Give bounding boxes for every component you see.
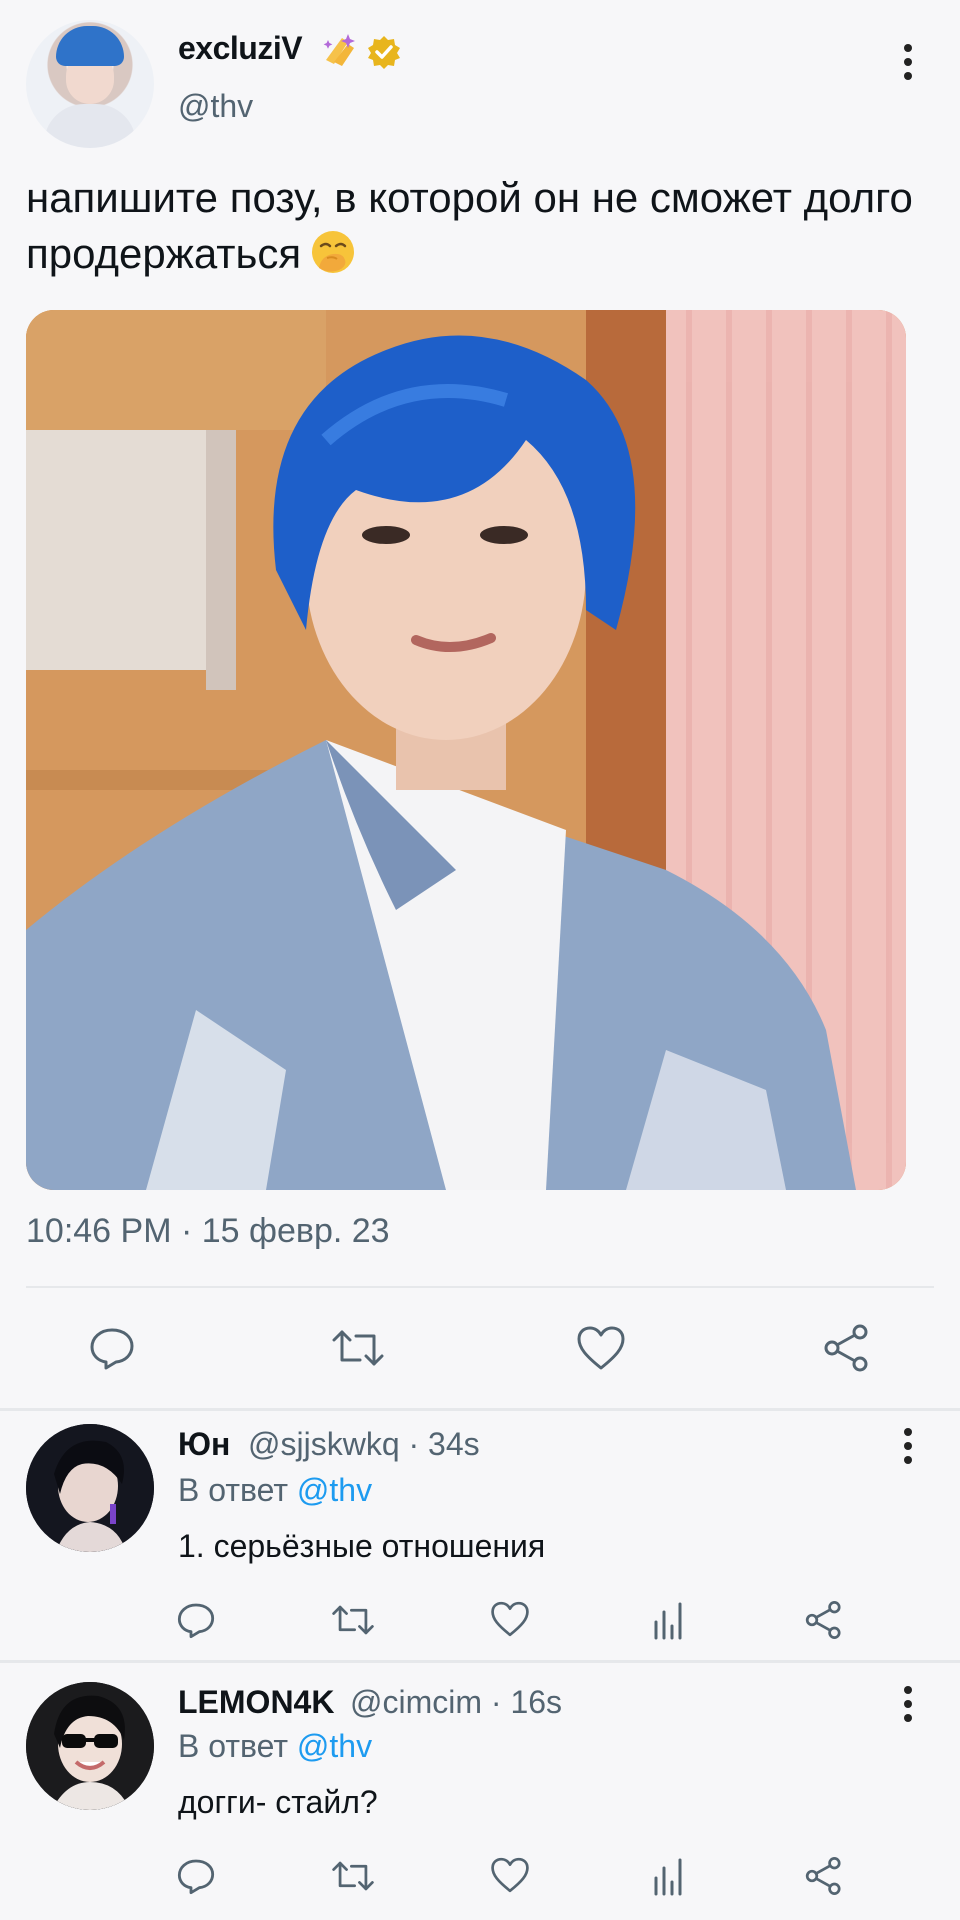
reply-text: догги- стайл? [178, 1784, 378, 1820]
reply-to-line: В ответ @thv [178, 1472, 372, 1509]
reply-to-line: В ответ @thv [178, 1728, 372, 1765]
reply-avatar[interactable] [26, 1682, 154, 1810]
reply-mention-link[interactable]: @thv [297, 1472, 372, 1508]
reply-prefix: В ответ [178, 1728, 289, 1764]
sparkles-hands-emoji [323, 34, 355, 66]
reply-handle-time[interactable]: @cimcim · 16s [350, 1684, 562, 1721]
section-divider [0, 1660, 960, 1663]
share-icon[interactable] [804, 1600, 844, 1640]
tweet-text: напишите позу, в которой он не сможет до… [26, 170, 926, 282]
tweet-image[interactable] [26, 310, 906, 1190]
reply-icon[interactable] [176, 1856, 216, 1896]
reply-icon[interactable] [176, 1600, 216, 1640]
more-options-icon[interactable] [888, 1422, 928, 1470]
like-icon[interactable] [490, 1856, 530, 1894]
reply-avatar[interactable] [26, 1424, 154, 1552]
like-icon[interactable] [490, 1600, 530, 1638]
reply-text: 1. серьёзные отношения [178, 1528, 546, 1564]
reply-display-name[interactable]: Юн [178, 1426, 230, 1463]
author-display-name[interactable]: excluziV [178, 30, 303, 67]
retweet-icon[interactable] [332, 1602, 374, 1638]
reply-mention-link[interactable]: @thv [297, 1728, 372, 1764]
reply-handle-time[interactable]: @sjjskwkq · 34s [248, 1426, 480, 1463]
more-options-icon[interactable] [888, 38, 928, 86]
reply-display-name[interactable]: LEMON4K [178, 1684, 334, 1721]
share-icon[interactable] [822, 1324, 872, 1372]
tweet-text-content: напишите позу, в которой он не сможет до… [26, 174, 913, 277]
more-options-icon[interactable] [888, 1680, 928, 1728]
divider [26, 1286, 934, 1288]
hand-over-mouth-emoji [312, 231, 355, 273]
retweet-icon[interactable] [332, 1858, 374, 1894]
author-avatar[interactable] [26, 20, 154, 148]
analytics-icon[interactable] [652, 1856, 686, 1896]
like-icon[interactable] [576, 1324, 626, 1372]
main-tweet: excluziV @thv напишите позу, в которой о… [0, 0, 960, 1410]
author-handle[interactable]: @thv [178, 88, 253, 125]
share-icon[interactable] [804, 1856, 844, 1896]
retweet-icon[interactable] [332, 1326, 384, 1370]
reply-prefix: В ответ [178, 1472, 289, 1508]
section-divider [0, 1408, 960, 1411]
tweet-timestamp[interactable]: 10:46 PM · 15 февр. 23 [26, 1212, 390, 1251]
verified-badge-icon [368, 36, 400, 69]
analytics-icon[interactable] [652, 1600, 686, 1640]
reply-icon[interactable] [88, 1324, 136, 1372]
